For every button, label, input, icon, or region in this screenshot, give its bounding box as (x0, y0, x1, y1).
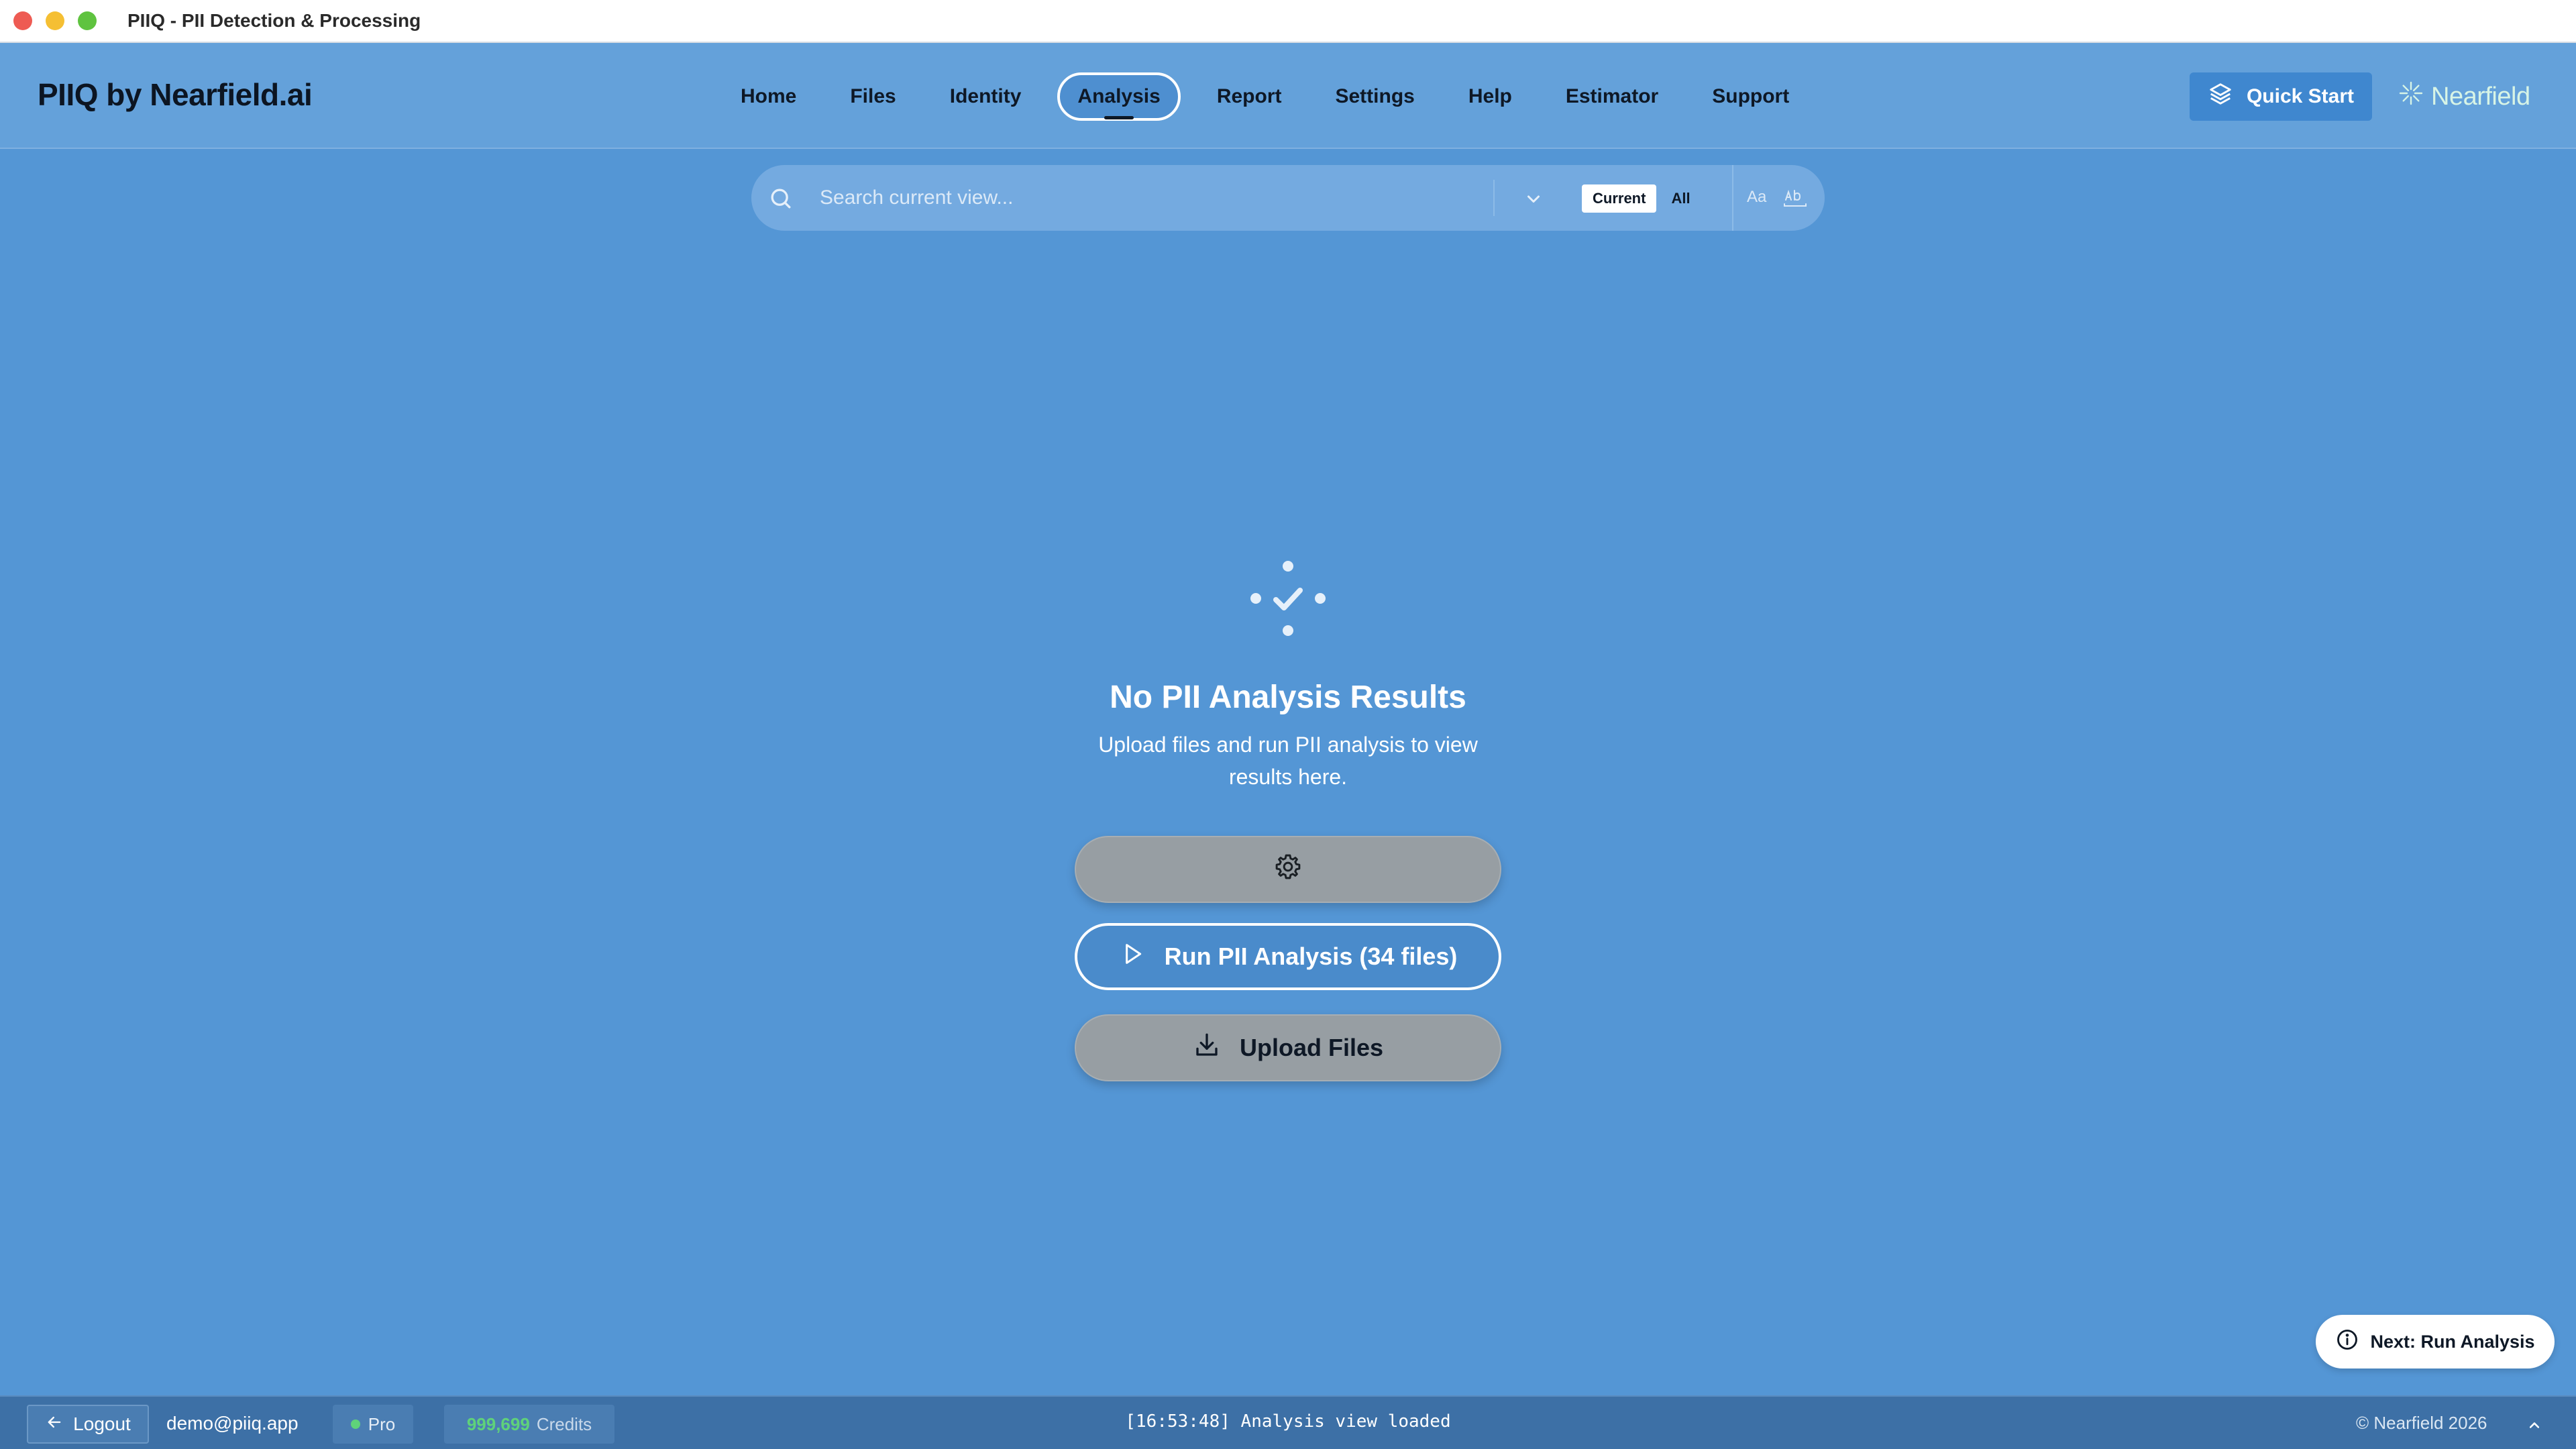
run-analysis-button[interactable]: Run PII Analysis (34 files) (1075, 923, 1501, 990)
info-icon (2335, 1328, 2359, 1356)
download-icon (1193, 1031, 1221, 1065)
window-titlebar: PIIQ - PII Detection & Processing (0, 0, 2576, 43)
active-tab-indicator (1104, 116, 1134, 119)
search-options-divider (1732, 165, 1733, 231)
nav-report[interactable]: Report (1190, 72, 1309, 121)
next-step-label: Next: Run Analysis (2370, 1331, 2535, 1352)
upload-files-label: Upload Files (1239, 1034, 1384, 1061)
play-icon (1119, 941, 1146, 973)
scope-current-button[interactable]: Current (1582, 184, 1657, 213)
search-divider (1493, 180, 1495, 216)
copyright-text: © Nearfield 2026 (2356, 1413, 2487, 1433)
nav-analysis[interactable]: Analysis (1057, 72, 1181, 121)
nav-support[interactable]: Support (1685, 72, 1816, 121)
nearfield-logo: Nearfield (2398, 80, 2530, 113)
status-bar: Logout demo@piiq.app Pro 999,699 Credits… (0, 1395, 2576, 1449)
layers-icon (2208, 81, 2233, 112)
analysis-empty-icon (1246, 557, 1330, 643)
nav-estimator[interactable]: Estimator (1539, 72, 1685, 121)
nav-identity[interactable]: Identity (923, 72, 1049, 121)
chevron-down-icon[interactable] (1521, 186, 1546, 214)
sunburst-logo-icon (2398, 80, 2424, 113)
nav-analysis-label: Analysis (1077, 85, 1161, 107)
main-nav: Home Files Identity Analysis Report Sett… (714, 72, 1816, 121)
analysis-settings-button[interactable] (1075, 836, 1501, 903)
quick-start-button[interactable]: Quick Start (2190, 72, 2372, 121)
maximize-window-button[interactable] (78, 11, 97, 30)
app-header: PIIQ by Nearfield.ai Home Files Identity… (0, 43, 2576, 149)
quick-start-label: Quick Start (2246, 85, 2355, 107)
search-input[interactable] (820, 181, 1558, 215)
scope-all-button[interactable]: All (1660, 184, 1701, 213)
whole-word-icon[interactable] (1782, 185, 1809, 213)
brand-title: PIIQ by Nearfield.ai (38, 77, 313, 112)
window-controls (13, 11, 97, 30)
search-bar: Current All Aa (751, 165, 1825, 231)
window-title: PIIQ - PII Detection & Processing (127, 10, 421, 31)
match-case-toggle[interactable]: Aa (1747, 188, 1766, 207)
minimize-window-button[interactable] (46, 11, 64, 30)
search-icon (766, 184, 796, 217)
run-analysis-label: Run PII Analysis (34 files) (1164, 943, 1458, 970)
next-step-button[interactable]: Next: Run Analysis (2316, 1315, 2555, 1368)
search-scope-toggle: Current All (1582, 184, 1701, 213)
nav-settings[interactable]: Settings (1308, 72, 1441, 121)
nav-home[interactable]: Home (714, 72, 823, 121)
empty-state-subtitle: Upload files and run PII analysis to vie… (1098, 733, 1478, 789)
gear-icon (1273, 852, 1303, 888)
logo-wordmark: Nearfield (2431, 82, 2530, 111)
nav-files[interactable]: Files (823, 72, 922, 121)
empty-state-title: No PII Analysis Results (1110, 680, 1466, 715)
upload-files-button[interactable]: Upload Files (1075, 1014, 1501, 1081)
chevron-up-icon[interactable] (2525, 1415, 2544, 1438)
close-window-button[interactable] (13, 11, 32, 30)
nav-help[interactable]: Help (1442, 72, 1539, 121)
status-log-message: [16:53:48] Analysis view loaded (1125, 1411, 1451, 1432)
